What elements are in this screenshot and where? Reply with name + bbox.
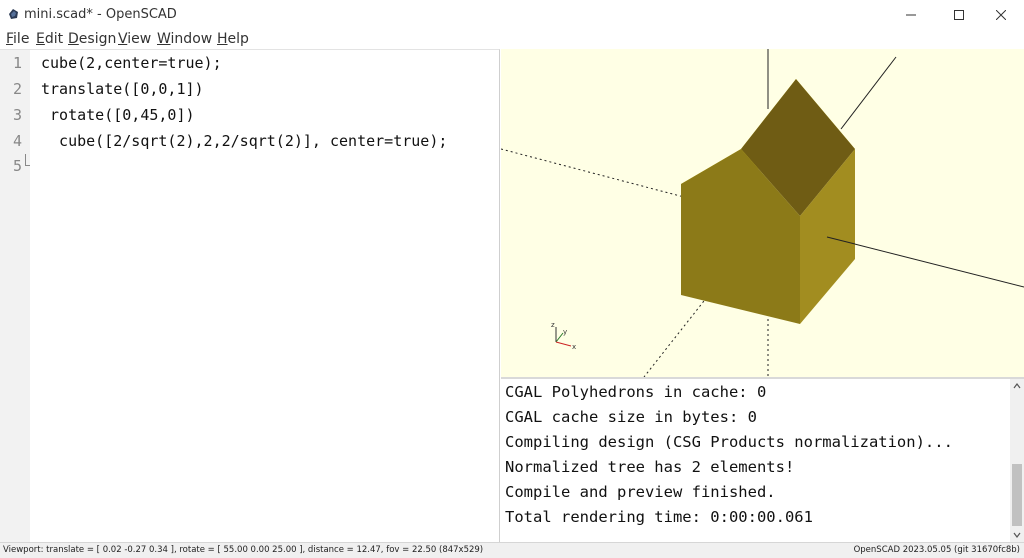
line-number: 2 <box>12 80 22 98</box>
text-cursor <box>25 154 30 166</box>
chevron-up-icon <box>1013 383 1021 389</box>
status-bar: Viewport: translate = [ 0.02 -0.27 0.34 … <box>0 542 1024 558</box>
close-icon <box>996 10 1006 20</box>
code-line[interactable]: translate([0,0,1]) <box>41 80 204 98</box>
3d-scene: z y x <box>501 49 1024 377</box>
code-line[interactable]: cube([2/sqrt(2),2,2/sqrt(2)], center=tru… <box>41 132 447 150</box>
scrollbar-thumb[interactable] <box>1012 464 1022 526</box>
line-number-gutter: 1 2 3 4 5 <box>0 50 30 543</box>
line-number: 5 <box>12 157 22 175</box>
menu-window[interactable]: Window <box>157 31 212 47</box>
menu-edit[interactable]: Edit <box>36 31 63 47</box>
code-line[interactable]: cube(2,center=true); <box>41 54 222 72</box>
line-number: 1 <box>12 54 22 72</box>
title-bar: mini.scad* - OpenSCAD <box>0 0 1024 30</box>
viewport-info: Viewport: translate = [ 0.02 -0.27 0.34 … <box>3 545 484 555</box>
maximize-icon <box>954 10 964 20</box>
gizmo-z-label: z <box>551 321 555 329</box>
console-line: Total rendering time: 0:00:00.061 <box>505 508 813 526</box>
neg-x-axis-line <box>501 148 685 198</box>
console-scrollbar[interactable] <box>1010 379 1024 542</box>
console-line: Normalized tree has 2 elements! <box>505 458 795 476</box>
gizmo-x-label: x <box>572 343 576 351</box>
menu-design[interactable]: Design <box>68 31 116 47</box>
console-panel[interactable]: CGAL Polyhedrons in cache: 0 CGAL cache … <box>501 377 1024 542</box>
minimize-icon <box>906 14 916 16</box>
menu-file[interactable]: File <box>6 31 29 47</box>
gizmo-y <box>555 332 564 343</box>
y-axis-line <box>840 56 897 130</box>
openscad-app-icon <box>9 9 18 19</box>
code-line[interactable]: rotate([0,45,0]) <box>41 106 195 124</box>
scroll-up-button[interactable] <box>1010 379 1024 393</box>
close-button[interactable] <box>978 0 1024 30</box>
gizmo-y-label: y <box>563 328 567 336</box>
3d-viewport[interactable]: z y x <box>501 49 1024 377</box>
chevron-down-icon <box>1013 532 1021 538</box>
minimize-button[interactable] <box>888 0 934 30</box>
version-info: OpenSCAD 2023.05.05 (git 31670fc8b) <box>853 545 1020 555</box>
gizmo-x <box>555 341 572 347</box>
maximize-button[interactable] <box>936 0 982 30</box>
x-axis-line <box>826 236 1024 288</box>
console-line: Compile and preview finished. <box>505 483 776 501</box>
console-line: CGAL Polyhedrons in cache: 0 <box>505 383 767 401</box>
window-title: mini.scad* - OpenSCAD <box>24 7 177 22</box>
menu-bar: File Edit Design View Window Help <box>0 30 1024 49</box>
console-line: CGAL cache size in bytes: 0 <box>505 408 757 426</box>
menu-view[interactable]: View <box>118 31 151 47</box>
code-editor[interactable]: 1 2 3 4 5 cube(2,center=true); translate… <box>0 49 500 543</box>
scroll-down-button[interactable] <box>1010 528 1024 542</box>
line-number: 4 <box>12 132 22 150</box>
line-number: 3 <box>12 106 22 124</box>
menu-help[interactable]: Help <box>217 31 249 47</box>
console-line: Compiling design (CSG Products normaliza… <box>505 433 953 451</box>
